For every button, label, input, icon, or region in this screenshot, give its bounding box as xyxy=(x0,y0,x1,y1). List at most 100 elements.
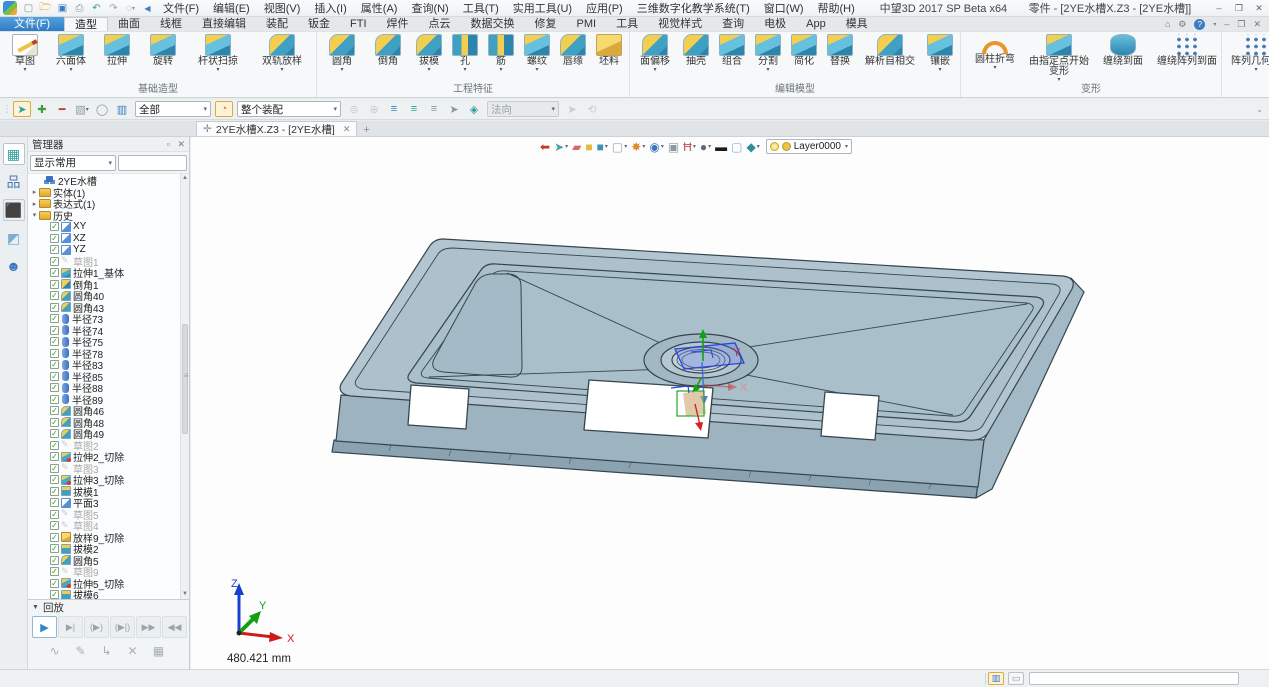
assembly-manager-icon[interactable]: 品 xyxy=(3,171,25,193)
ribbon-tab-模具[interactable]: 模具 xyxy=(836,17,878,31)
doc-restore-icon[interactable]: ❐ xyxy=(1237,19,1245,30)
replay-collapse-icon[interactable]: ▼ xyxy=(32,604,39,611)
select-arrow-icon[interactable]: ➤ xyxy=(13,101,31,117)
list-teal-icon[interactable]: ≡ xyxy=(405,101,423,117)
ribbon-button-倒角[interactable]: 倒角 xyxy=(365,33,411,84)
ribbon-button-孔[interactable]: 孔▾ xyxy=(447,33,483,84)
tree-item-YZ[interactable]: ✓YZ xyxy=(28,244,180,256)
tree-item-拉伸1_基体[interactable]: ✓拉伸1_基体 xyxy=(28,267,180,279)
cursor-small-icon[interactable]: ➤ xyxy=(445,101,463,117)
circle-select-icon[interactable]: ◯ xyxy=(93,101,111,117)
minimize-button[interactable]: – xyxy=(1209,1,1229,15)
ribbon-button-杆状扫掠[interactable]: 杆状扫掠▾ xyxy=(186,33,250,84)
dropdown-arrow-icon[interactable]: ▾ xyxy=(1057,77,1060,84)
visibility-checkbox[interactable]: ✓ xyxy=(50,487,59,496)
dropdown-arrow-icon[interactable]: ▾ xyxy=(766,67,769,74)
visibility-checkbox[interactable]: ✓ xyxy=(50,556,59,565)
scope-combo[interactable]: 整个装配▾ xyxy=(237,101,341,117)
scroll-down-icon[interactable]: ▼ xyxy=(181,590,189,599)
tree-folder-实体(1)[interactable]: ▸实体(1) xyxy=(28,187,180,199)
ribbon-button-由指定点开始变形[interactable]: 由指定点开始变形▾ xyxy=(1027,33,1091,84)
visibility-checkbox[interactable]: ✓ xyxy=(50,510,59,519)
visibility-checkbox[interactable]: ✓ xyxy=(50,418,59,427)
compass-icon[interactable]: ◈ xyxy=(465,101,483,117)
ribbon-button-简化[interactable]: 简化 xyxy=(786,33,822,84)
visibility-checkbox[interactable]: ✓ xyxy=(50,360,59,369)
ribbon-tab-焊件[interactable]: 焊件 xyxy=(377,17,419,31)
ribbon-button-拔模[interactable]: 拔模▾ xyxy=(411,33,447,84)
dropdown-arrow-icon[interactable]: ▾ xyxy=(340,67,343,74)
ribbon-tab-查询[interactable]: 查询 xyxy=(712,17,754,31)
menu-属性(A)[interactable]: 属性(A) xyxy=(354,0,405,17)
visibility-checkbox[interactable]: ✓ xyxy=(50,441,59,450)
toolbar-grip[interactable]: ⋮ xyxy=(2,104,10,115)
menu-查询(N)[interactable]: 查询(N) xyxy=(404,0,455,17)
visibility-checkbox[interactable]: ✓ xyxy=(50,406,59,415)
ribbon-tab-PMI[interactable]: PMI xyxy=(567,17,607,31)
ribbon-tab-装配[interactable]: 装配 xyxy=(256,17,298,31)
ribbon-tab-电极[interactable]: 电极 xyxy=(754,17,796,31)
tree-folder-表达式(1)[interactable]: ▸表达式(1) xyxy=(28,198,180,210)
step-forward-button[interactable]: ▶| xyxy=(58,616,83,638)
tree-item-圆角5[interactable]: ✓圆角5 xyxy=(28,555,180,567)
tree-item-拉伸5_切除[interactable]: ✓拉伸5_切除 xyxy=(28,578,180,590)
new-tab-button[interactable]: + xyxy=(357,124,375,136)
ribbon-button-组合[interactable]: 组合 xyxy=(714,33,750,84)
ribbon-button-圆角[interactable]: 圆角▾ xyxy=(319,33,365,84)
filter-bars-icon[interactable]: ▥ xyxy=(113,101,131,117)
visibility-checkbox[interactable]: ✓ xyxy=(50,579,59,588)
display-filter-combo[interactable]: 显示常用▾ xyxy=(30,155,116,171)
menu-文件(F)[interactable]: 文件(F) xyxy=(156,0,206,17)
undo-icon[interactable]: ↶ xyxy=(89,1,104,15)
ribbon-tab-直接编辑[interactable]: 直接编辑 xyxy=(192,17,256,31)
visibility-checkbox[interactable]: ✓ xyxy=(50,590,59,599)
ribbon-button-唇缘[interactable]: 唇缘 xyxy=(555,33,591,84)
remove-from-selection-icon[interactable]: ━ xyxy=(53,101,71,117)
ribbon-tab-视觉样式[interactable]: 视觉样式 xyxy=(648,17,712,31)
dropdown-arrow-icon[interactable]: ▾ xyxy=(280,67,283,74)
visibility-checkbox[interactable]: ✓ xyxy=(50,268,59,277)
help-dropdown-icon[interactable]: ▾ xyxy=(1213,21,1216,28)
manager-close-icon[interactable]: ✕ xyxy=(177,139,185,149)
tree-folder-历史[interactable]: ▾历史 xyxy=(28,210,180,222)
viewport-3d[interactable]: ⬅➤▾▰■■▾▢▾✸▾◉▾▣Ħ▾●▾▬▢◆▾ Layer0000 ▾ xyxy=(191,137,1269,669)
menu-视图(V)[interactable]: 视图(V) xyxy=(257,0,308,17)
ribbon-button-圆柱折弯[interactable]: 圆柱折弯▾ xyxy=(963,33,1027,84)
dropdown-arrow-icon[interactable]: ▾ xyxy=(653,67,656,74)
play-to-next-button[interactable]: (▶) xyxy=(84,616,109,638)
panel-tool-button[interactable]: ▦ xyxy=(146,640,171,662)
ribbon-button-拉伸[interactable]: 拉伸 xyxy=(94,33,140,84)
play-to-marker-button[interactable]: (▶|) xyxy=(110,616,135,638)
tree-item-半径88[interactable]: ✓半径88 xyxy=(28,382,180,394)
visibility-checkbox[interactable]: ✓ xyxy=(50,245,59,254)
print-icon[interactable]: ⎙ xyxy=(72,1,87,15)
menu-插入(I)[interactable]: 插入(I) xyxy=(307,0,353,17)
tree-item-放样9_切除[interactable]: ✓放样9_切除 xyxy=(28,532,180,544)
role-manager-icon[interactable]: ☻ xyxy=(3,255,25,277)
manager-pin-icon[interactable]: ▫ xyxy=(167,139,170,149)
render-manager-icon[interactable]: ◩ xyxy=(3,227,25,249)
ribbon-button-缠绕到面[interactable]: 缠绕到面 xyxy=(1091,33,1155,84)
menu-三维数字化教学系统(T)[interactable]: 三维数字化教学系统(T) xyxy=(630,0,757,17)
visibility-checkbox[interactable]: ✓ xyxy=(50,257,59,266)
visibility-checkbox[interactable]: ✓ xyxy=(50,349,59,358)
menu-实用工具(U)[interactable]: 实用工具(U) xyxy=(506,0,579,17)
visibility-checkbox[interactable]: ✓ xyxy=(50,521,59,530)
dropdown-arrow-icon[interactable]: ▾ xyxy=(463,67,466,74)
tab-file[interactable]: 文件(F) xyxy=(0,17,64,31)
ribbon-button-双轨放样[interactable]: 双轨放样▾ xyxy=(250,33,314,84)
tree-item-半径74[interactable]: ✓半径74 xyxy=(28,325,180,337)
tree-item-草图5[interactable]: ✓草图5 xyxy=(28,509,180,521)
tree-item-拉伸3_切除[interactable]: ✓拉伸3_切除 xyxy=(28,474,180,486)
dropdown-arrow-icon[interactable]: ▾ xyxy=(23,67,26,74)
collapse-left-icon[interactable]: ◀ xyxy=(140,1,155,15)
visibility-checkbox[interactable]: ✓ xyxy=(50,383,59,392)
tree-item-平面3[interactable]: ✓平面3 xyxy=(28,497,180,509)
menu-编辑(E)[interactable]: 编辑(E) xyxy=(206,0,257,17)
ribbon-button-旋转[interactable]: 旋转 xyxy=(140,33,186,84)
ribbon-tab-工具[interactable]: 工具 xyxy=(606,17,648,31)
visibility-checkbox[interactable]: ✓ xyxy=(50,429,59,438)
dropdown-arrow-icon[interactable]: ▾ xyxy=(499,67,502,74)
ribbon-button-草图[interactable]: 草图▾ xyxy=(2,33,48,84)
visibility-checkbox[interactable]: ✓ xyxy=(50,372,59,381)
